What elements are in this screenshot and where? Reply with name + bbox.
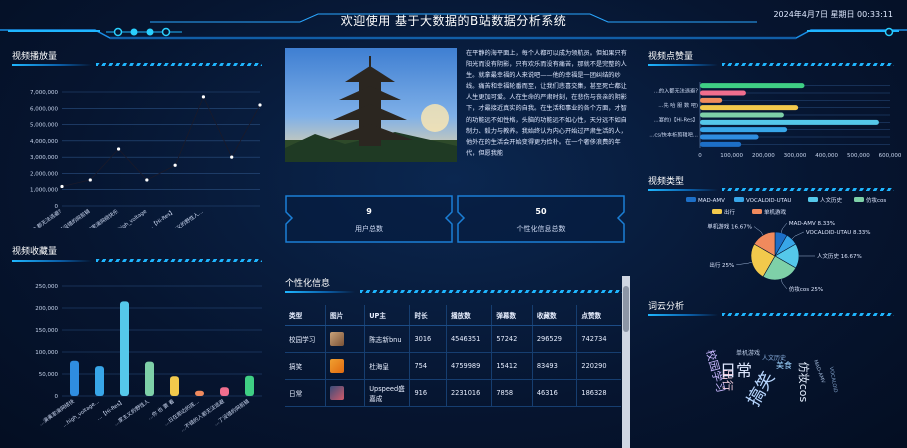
- wordcloud-word: VOCALOID: [828, 366, 838, 393]
- wordcloud-area: 日常搞笑校园学习 仿妆cos出行美食人文历史MAD-AMV单机游戏VOCALOID: [703, 348, 838, 410]
- wordcloud-word: 单机游戏: [736, 349, 760, 357]
- wordcloud-word: 出行: [721, 369, 735, 391]
- wordcloud-word: MAD-AMV: [812, 359, 826, 385]
- wordcloud-word: 人文历史: [762, 354, 786, 362]
- wordcloud-word: 仿妆cos: [797, 362, 810, 403]
